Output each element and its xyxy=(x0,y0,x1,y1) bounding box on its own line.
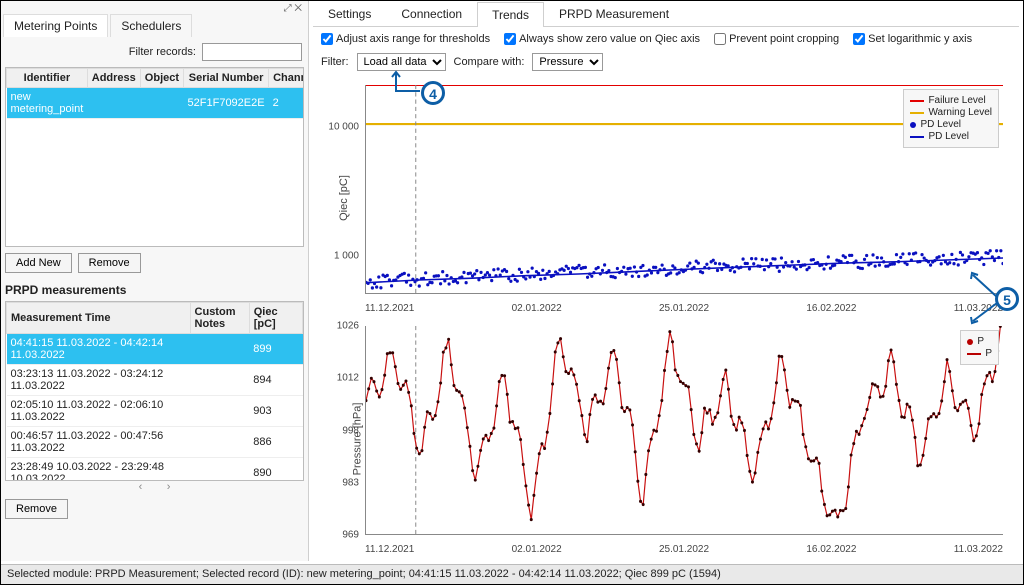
right-pane: Settings Connection Trends PRPD Measurem… xyxy=(309,1,1023,561)
y-tick: 998 xyxy=(342,425,359,436)
statusbar: Selected module: PRPD Measurement; Selec… xyxy=(1,564,1023,584)
legend-item: PD Level xyxy=(910,131,992,142)
chart-qiec-legend: Failure LevelWarning LevelPD LevelPD Lev… xyxy=(903,89,999,148)
panel-pin-area[interactable]: ⤢ ✕ xyxy=(3,3,306,14)
x-tick: 11.03.2022 xyxy=(954,544,1003,555)
chart-pressure[interactable]: Pressure [hPa] 10261012998983969 PP 11.1… xyxy=(315,320,1013,557)
legend-item: Failure Level xyxy=(910,95,992,106)
legend-item: Warning Level xyxy=(910,107,992,118)
filter-records-label: Filter records: xyxy=(129,46,196,58)
callout-4: 4 xyxy=(421,81,445,105)
col-custom-notes[interactable]: Custom Notes xyxy=(190,303,249,334)
col-serial[interactable]: Serial Number xyxy=(184,69,269,88)
y-tick: 1 000 xyxy=(334,251,359,262)
col-identifier[interactable]: Identifier xyxy=(7,69,88,88)
legend-item: P xyxy=(967,348,992,359)
prpd-measurements-title: PRPD measurements xyxy=(3,279,306,301)
chk-show-zero[interactable] xyxy=(504,33,516,45)
chk-adjust-axis[interactable] xyxy=(321,33,333,45)
col-address[interactable]: Address xyxy=(87,69,140,88)
y-tick: 10 000 xyxy=(328,121,359,132)
col-channel[interactable]: Channel xyxy=(269,69,304,88)
opt-log-y[interactable]: Set logarithmic y axis xyxy=(853,33,972,45)
compare-select[interactable]: Pressure xyxy=(532,53,603,71)
x-tick: 25.01.2022 xyxy=(659,544,709,555)
col-qiec[interactable]: Qiec [pC] xyxy=(249,303,302,334)
tab-connection[interactable]: Connection xyxy=(386,1,477,26)
col-object[interactable]: Object xyxy=(140,69,183,88)
tab-trends[interactable]: Trends xyxy=(477,2,544,27)
metering-points-table[interactable]: Identifier Address Object Serial Number … xyxy=(5,67,304,247)
compare-label: Compare with: xyxy=(454,56,525,68)
table-row[interactable]: 23:28:49 10.03.2022 - 23:29:48 10.03.202… xyxy=(7,458,303,482)
opt-prevent-crop[interactable]: Prevent point cropping xyxy=(714,33,839,45)
table-row[interactable]: 04:41:15 11.03.2022 - 04:42:14 11.03.202… xyxy=(7,334,303,365)
x-tick: 11.12.2021 xyxy=(365,544,414,555)
x-tick: 16.02.2022 xyxy=(806,303,856,314)
tab-settings[interactable]: Settings xyxy=(313,1,386,26)
remove-measurement-button[interactable]: Remove xyxy=(5,499,68,519)
x-tick: 11.12.2021 xyxy=(365,303,414,314)
table-row[interactable]: 03:23:13 11.03.2022 - 03:24:12 11.03.202… xyxy=(7,365,303,396)
y-tick: 983 xyxy=(342,477,359,488)
filter-label: Filter: xyxy=(321,56,349,68)
legend-item: P xyxy=(967,336,992,347)
prpd-measurements-table[interactable]: Measurement Time Custom Notes Qiec [pC] … xyxy=(5,301,304,481)
remove-button[interactable]: Remove xyxy=(78,253,141,273)
table-row[interactable]: 00:46:57 11.03.2022 - 00:47:56 11.03.202… xyxy=(7,427,303,458)
col-measurement-time[interactable]: Measurement Time xyxy=(7,303,191,334)
add-new-button[interactable]: Add New xyxy=(5,253,72,273)
y-tick: 1026 xyxy=(337,321,359,332)
opt-adjust-axis[interactable]: Adjust axis range for thresholds xyxy=(321,33,490,45)
x-tick: 16.02.2022 xyxy=(806,544,856,555)
chart-pressure-legend: PP xyxy=(960,330,999,365)
table-row[interactable]: new metering_point52F1F7092E2E2 xyxy=(7,88,305,119)
table-row[interactable]: 02:05:10 11.03.2022 - 02:06:10 11.03.202… xyxy=(7,396,303,427)
tab-schedulers[interactable]: Schedulers xyxy=(110,14,192,37)
filter-records-input[interactable] xyxy=(202,43,302,61)
left-pane: ⤢ ✕ Metering Points Schedulers Filter re… xyxy=(1,1,309,561)
chk-prevent-crop[interactable] xyxy=(714,33,726,45)
x-tick: 02.01.2022 xyxy=(512,544,562,555)
filter-select[interactable]: Load all data xyxy=(357,53,446,71)
y-tick: 1012 xyxy=(337,373,359,384)
legend-item: PD Level xyxy=(910,119,992,130)
chk-log-y[interactable] xyxy=(853,33,865,45)
chart-qiec[interactable]: Qiec [pC] 10 0001 000 Failure LevelWarni… xyxy=(315,79,1013,316)
opt-show-zero[interactable]: Always show zero value on Qiec axis xyxy=(504,33,700,45)
tab-metering-points[interactable]: Metering Points xyxy=(3,14,108,37)
y-tick: 969 xyxy=(342,530,359,541)
table-scroll-hint: ‹ › xyxy=(3,481,306,493)
x-tick: 02.01.2022 xyxy=(512,303,562,314)
tab-prpd-measurement[interactable]: PRPD Measurement xyxy=(544,1,684,26)
callout-5: 5 xyxy=(995,287,1019,311)
x-tick: 25.01.2022 xyxy=(659,303,709,314)
